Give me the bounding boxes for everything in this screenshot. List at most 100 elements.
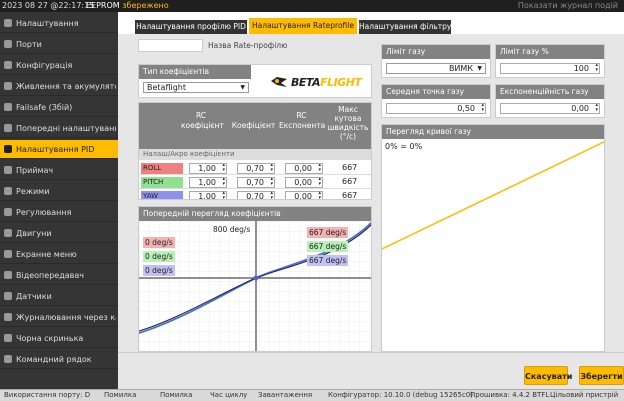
main-content: Налаштування профілю PID Налаштування Ra… [118, 12, 624, 389]
axis-label: PITCH [141, 177, 183, 188]
stick-marker [253, 275, 259, 281]
rateprofile-name-input[interactable] [138, 39, 203, 52]
sidebar-item[interactable]: Чорна скринька [0, 329, 118, 348]
sidebar-item[interactable]: Попередні налаштування [0, 119, 118, 138]
col-rc-rate: RC коефіцієнт [181, 111, 224, 130]
sidebar-item-label: Налаштування [16, 19, 79, 28]
betaflight-logo-icon [271, 77, 287, 87]
rates-preview-header: Попередній перегляд коефіцієнтів [139, 207, 371, 221]
rateprofile-name-label: Назва Rate-профілю [208, 41, 288, 50]
rates-table: RC коефіцієнт Коефіцієнт RC Експонента М… [138, 102, 372, 200]
presets-icon [4, 124, 12, 132]
sidebar-item[interactable]: Командний рядок [0, 350, 118, 369]
sidebar-item[interactable]: Екранне меню [0, 245, 118, 264]
sidebar-item-label: Двигуни [16, 229, 52, 238]
adjust-icon [4, 208, 12, 216]
sidebar-item[interactable]: Відеопередавач [0, 266, 118, 285]
sidebar-item[interactable]: Режими [0, 182, 118, 201]
packet-error: Помилка [104, 391, 137, 399]
sidebar-item-label: Журналювання через каб... [16, 313, 116, 322]
rate-input[interactable]: 0,70 [237, 163, 275, 174]
sensor-icon [4, 292, 12, 300]
sidebar-item[interactable]: Приймач [0, 161, 118, 180]
axis-label: YAW [141, 191, 183, 199]
col-rc-expo: RC Експонента [279, 111, 326, 130]
sidebar-item-label: Живлення та акумулятор [16, 82, 116, 91]
rates-section-label: Налаш/Акро коефіцієнти [139, 149, 371, 160]
sidebar-item[interactable]: Порти [0, 35, 118, 54]
cpu-load: Завантаження [258, 391, 313, 399]
sidebar: Налаштування Порти Конфігурація Живлення та… [0, 12, 118, 389]
rate-input[interactable]: 0,70 [237, 177, 275, 188]
center-rate-label: 800 deg/s [211, 224, 253, 235]
throttle-curve-line [382, 141, 604, 250]
expo-input[interactable]: 0,00 [285, 191, 323, 199]
tab-filter[interactable]: Налаштування фільтру [359, 20, 451, 34]
show-log-link[interactable]: Показати журнал подій [518, 1, 618, 10]
sidebar-item-label: Екранне меню [16, 250, 77, 259]
throttle-limit-percent-header: Ліміт газу % [496, 45, 604, 59]
chevron-down-icon: ▼ [477, 65, 482, 72]
yaw-max-label: 667 deg/s [307, 255, 349, 266]
firmware-version: Прошивка: 4.4.2 BTFL [470, 391, 550, 399]
blackbox-icon [4, 334, 12, 342]
yaw-min-label: 0 deg/s [143, 265, 175, 276]
tab-rateprofile[interactable]: Налаштування Rateprofile [249, 18, 357, 34]
sidebar-item-label: Режими [16, 187, 50, 196]
betaflight-logo: BETAFLIGHT [291, 76, 362, 89]
target-device: Цільовий пристрій [550, 391, 619, 399]
sidebar-item[interactable]: Конфігурація [0, 56, 118, 75]
expo-input[interactable]: 0,00 [285, 177, 323, 188]
gear-icon [4, 61, 12, 69]
sidebar-item-label: Відеопередавач [16, 271, 84, 280]
expo-input[interactable]: 0,00 [285, 163, 323, 174]
sidebar-item[interactable]: Датчики [0, 287, 118, 306]
roll-min-label: 0 deg/s [143, 237, 175, 248]
plug-icon [4, 40, 12, 48]
throttle-curve-header: Перегляд кривої газу [382, 125, 604, 139]
port-usage: Використання порту: D [4, 391, 91, 399]
wrench-icon [4, 19, 12, 27]
sidebar-item[interactable]: Регулювання [0, 203, 118, 222]
rc-input[interactable]: 1,00 [189, 163, 227, 174]
roll-max-label: 667 deg/s [307, 227, 349, 238]
throttle-expo-input[interactable]: 0,00 [500, 103, 600, 114]
sidebar-item-label: Попередні налаштування [16, 124, 116, 133]
sidebar-item[interactable]: Журналювання через каб... [0, 308, 118, 327]
sidebar-item-label: Порти [16, 40, 42, 49]
sidebar-item-label: Регулювання [16, 208, 72, 217]
motor-icon [4, 229, 12, 237]
rc-input[interactable]: 1,00 [189, 191, 227, 199]
rates-row: YAW 1,00 0,70 0,00 667 [139, 189, 371, 200]
cancel-button[interactable]: Скасувати [524, 366, 572, 385]
col-max-vel: Макс кутова швидкість (°/с) [327, 105, 369, 141]
sidebar-item-label: Чорна скринька [16, 334, 84, 343]
sidebar-item[interactable]: Налаштування PID [0, 140, 118, 159]
sidebar-item-label: Командний рядок [16, 355, 92, 364]
vtx-icon [4, 271, 12, 279]
sliders-icon [4, 145, 12, 153]
cycle-time: Час циклу [210, 391, 248, 399]
sidebar-item[interactable]: Двигуни [0, 224, 118, 243]
battery-icon [4, 82, 12, 90]
throttle-limit-type-select[interactable]: ВИМК ▼ [386, 63, 486, 74]
rate-input[interactable]: 0,70 [237, 191, 275, 199]
sidebar-item-label: Конфігурація [16, 61, 73, 70]
rates-preview-box: Попередній перегляд коефіцієнтів 800 deg… [138, 206, 372, 352]
status-bar: Використання порту: D Помилка Помилка Ча… [0, 389, 624, 401]
throttle-mid-header: Середня точка газу [382, 85, 490, 99]
throttle-curve-box: Перегляд кривої газу 0% = 0% [381, 124, 605, 352]
throttle-limit-percent-input[interactable]: 100 [500, 63, 600, 74]
sidebar-item[interactable]: Failsafe (Збій) [0, 98, 118, 117]
sidebar-item[interactable]: Налаштування [0, 14, 118, 33]
rates-type-select[interactable]: Betaflight ▼ [143, 82, 249, 93]
max-rate-value: 667 [342, 191, 358, 200]
throttle-mid-input[interactable]: 0,50 [386, 103, 486, 114]
rc-input[interactable]: 1,00 [189, 177, 227, 188]
throttle-mid-box: Середня точка газу 0,50 [381, 84, 491, 118]
sidebar-item[interactable]: Живлення та акумулятор [0, 77, 118, 96]
tab-pid-profile[interactable]: Налаштування профілю PID [135, 20, 247, 34]
rates-type-box: Тип коефіцієнтів Betaflight ▼ BETAFLIGHT [138, 64, 372, 98]
save-button[interactable]: Зберегти [579, 366, 624, 385]
throttle-expo-header: Експоненційність газу [496, 85, 604, 99]
